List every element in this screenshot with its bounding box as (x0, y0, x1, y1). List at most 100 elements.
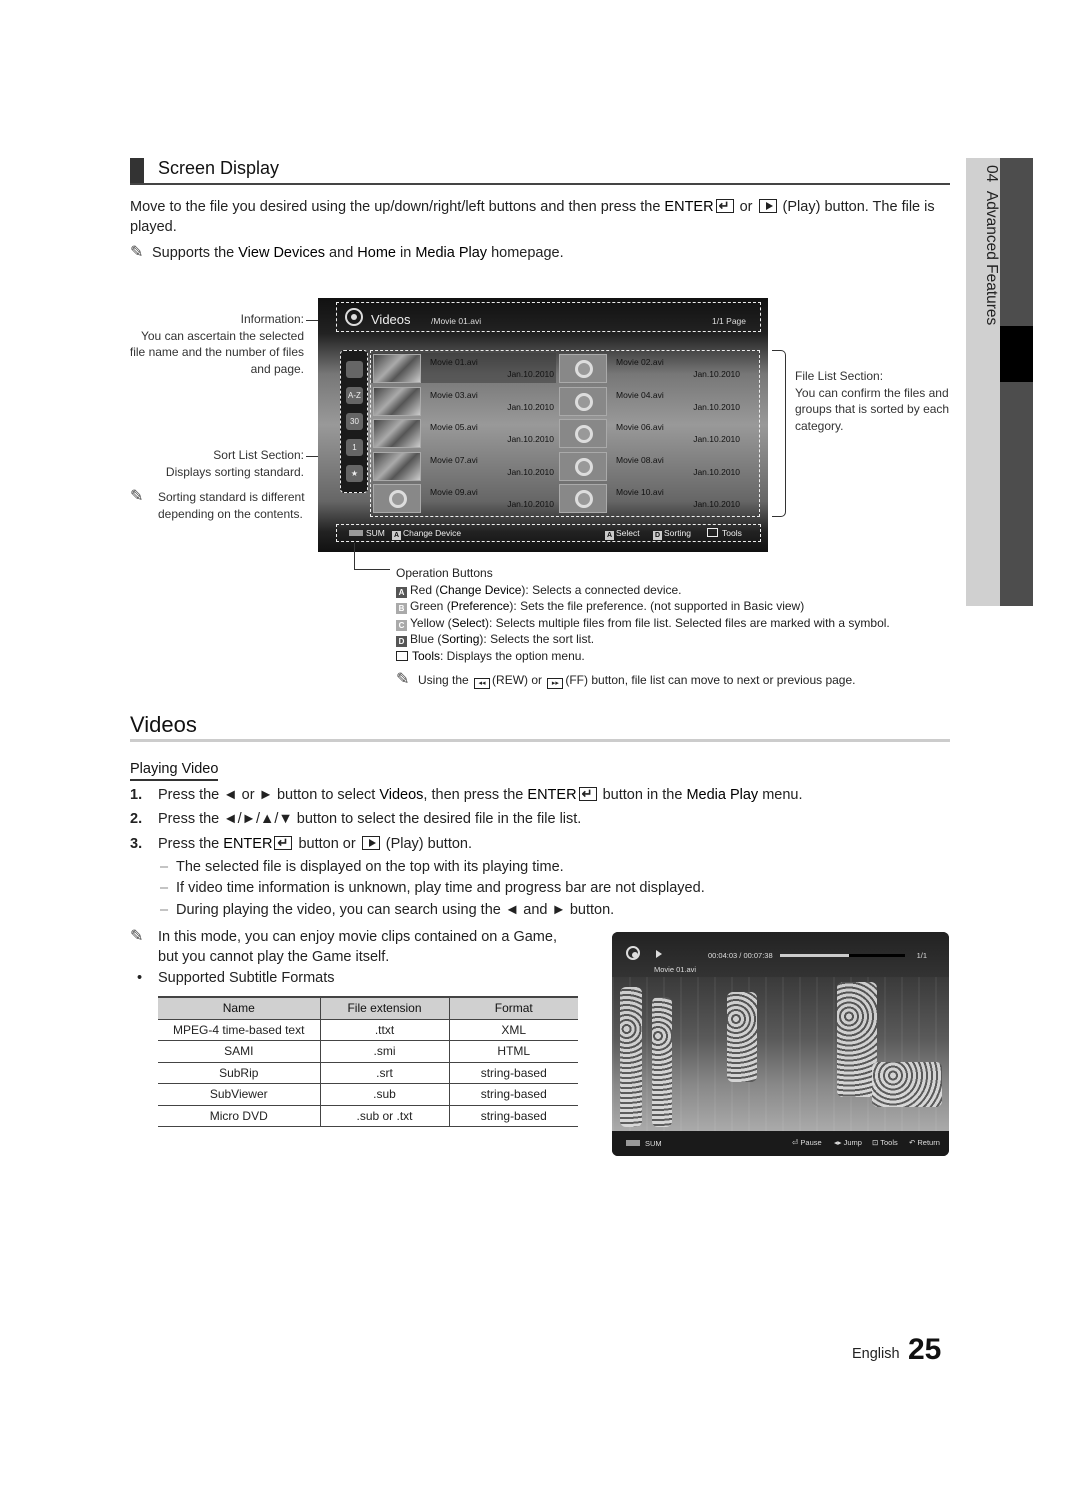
file-item[interactable]: Movie 04.avi Jan.10.2010 (557, 386, 742, 416)
note-pencil-icon: ✎ (130, 244, 144, 261)
file-date: Jan.10.2010 (507, 466, 554, 477)
subtitle-formats-table: Name File extension Format MPEG-4 time-b… (158, 996, 578, 1127)
file-thumbnail (559, 354, 607, 383)
device-indicator: SUM (349, 528, 385, 538)
file-date: Jan.10.2010 (507, 401, 554, 412)
operation-button-item: B Green (Preference): Sets the file prefe… (396, 598, 890, 615)
file-item[interactable]: Movie 02.avi Jan.10.2010 (557, 353, 742, 383)
left-right-arrows-icon: ◂▸ (834, 1138, 842, 1147)
color-name: Yellow (410, 615, 445, 630)
a-key-icon: A (605, 531, 614, 540)
current-file-path: /Movie 01.avi (431, 316, 482, 326)
tools-desc: : Displays the option menu. (440, 648, 585, 663)
playing-file-name: Movie 01.avi (654, 965, 697, 974)
note-pencil-icon: ✎ (396, 671, 410, 688)
enter-label: ENTER (664, 199, 714, 215)
d-key-icon: D (653, 531, 662, 540)
sort-annotation: Sort List Section: Displays sorting stan… (128, 447, 304, 480)
file-name: Movie 02.avi (616, 357, 664, 367)
file-date: Jan.10.2010 (507, 434, 554, 444)
file-date: Jan.10.2010 (507, 369, 554, 379)
calendar-month-icon[interactable]: 1 (346, 439, 363, 456)
sort-title: Sort List Section: (213, 448, 304, 462)
page-number: 25 (908, 1333, 942, 1366)
file-item[interactable]: Movie 06.avi Jan.10.2010 (557, 418, 742, 448)
device-indicator: SUM (626, 1139, 662, 1148)
enter-key-icon (274, 833, 293, 853)
function-name: Sorting (441, 632, 480, 646)
operation-bar: SUM A Change Device A Select D Sorting Tool… (336, 524, 761, 542)
file-item[interactable]: Movie 07.avi Jan.10.2010 (371, 451, 556, 481)
progress-bar[interactable] (780, 954, 905, 957)
table-cell: SubRip (158, 1062, 320, 1084)
play-key-icon (758, 199, 777, 213)
giraffe (652, 997, 672, 1127)
function-name: Select (451, 615, 485, 630)
tools-icon: ⊡ (872, 1138, 879, 1147)
file-item[interactable]: Movie 10.avi Jan.10.2010 (557, 483, 742, 513)
note-text: Supports the (152, 245, 239, 261)
note-media-play: Media Play (415, 245, 488, 261)
bullet-text: Supported Subtitle Formats (158, 970, 335, 986)
file-name: Movie 10.avi (616, 487, 664, 497)
pause-button[interactable]: ⏎ Pause (792, 1138, 822, 1147)
file-item[interactable]: Movie 09.avi Jan.10.2010 (371, 483, 556, 513)
folder-icon[interactable] (346, 361, 363, 378)
rew-ff-note: ✎ Using the ◂◂ (REW) or ▸▸ (FF) button, fil… (396, 671, 890, 689)
file-list-title: File List Section: (795, 369, 884, 383)
progress-fill (780, 954, 849, 957)
enter-label: ENTER (223, 836, 273, 852)
jump-label: Jump (843, 1138, 862, 1147)
text: button or (294, 836, 360, 852)
table-cell: HTML (448, 1040, 578, 1063)
ff-key-icon: ▸▸ (547, 678, 564, 689)
file-item[interactable]: Movie 03.avi Jan.10.2010 (371, 386, 556, 416)
calendar-30-icon[interactable]: 30 (346, 413, 363, 430)
enter-key-icon: ⏎ (792, 1138, 799, 1147)
file-item[interactable]: Movie 01.avi Jan.10.2010 (371, 353, 556, 383)
step-2-text: Press the ◄/►/▲/▼ button to select the d… (158, 811, 582, 827)
tools-item: Tools: Displays the option menu. (396, 648, 890, 665)
return-label: Return (917, 1138, 940, 1147)
note-pencil-icon: ✎ (130, 928, 144, 945)
device-icon (626, 1140, 640, 1146)
step-1-text: Press the ◄ or ► button to select Videos… (158, 784, 803, 805)
tools-button[interactable]: Tools (707, 528, 742, 538)
step-number: 3. (130, 836, 143, 852)
chapter-tab-marker (1000, 326, 1033, 382)
sort-note: ✎ Sorting standard is different dependin… (130, 488, 306, 522)
note-home: Home (357, 245, 396, 261)
color-key-icon: C (396, 619, 407, 631)
videos-reel-icon (345, 308, 363, 326)
film-reel-icon (575, 425, 593, 443)
file-thumbnail (559, 419, 607, 448)
function-name: Preference (450, 599, 510, 613)
file-item[interactable]: Movie 08.avi Jan.10.2010 (557, 451, 742, 481)
text: menu. (758, 787, 803, 803)
a-z-icon[interactable]: A-Z (346, 387, 363, 404)
tools-button[interactable]: ⊡ Tools (872, 1138, 898, 1147)
select-button[interactable]: A Select (605, 528, 640, 540)
tools-icon (396, 650, 408, 661)
jump-button[interactable]: ◂▸ Jump (834, 1138, 862, 1147)
giraffe (872, 1062, 942, 1107)
change-device-button[interactable]: A Change Device (392, 528, 461, 540)
subtitle-formats-bullet: • Supported Subtitle Formats (137, 968, 335, 988)
chapter-tab-label: 04 Advanced Features (966, 165, 1000, 325)
device-name: SUM (366, 528, 385, 538)
sorting-button[interactable]: D Sorting (653, 528, 691, 540)
text: , then press the (423, 787, 528, 803)
enter-label: ENTER (527, 787, 577, 803)
table-cell: .sub (319, 1083, 449, 1106)
dash-item: During playing the video, you can search… (160, 902, 614, 918)
enter-key-icon (578, 784, 597, 804)
return-button[interactable]: ↶ Return (909, 1138, 940, 1147)
intro-paragraph: Move to the file you desired using the u… (130, 196, 950, 237)
star-icon[interactable]: ★ (346, 465, 363, 482)
file-item[interactable]: Movie 05.avi Jan.10.2010 (371, 418, 556, 448)
support-note: ✎ Supports the View Devices and Home in M… (130, 243, 564, 263)
note-and: and (325, 245, 358, 261)
table-cell: SAMI (158, 1040, 320, 1063)
player-info-bar: 00:04:03 / 00:07:38 1/1 Movie 01.avi (612, 932, 949, 977)
file-thumbnail (373, 386, 421, 416)
